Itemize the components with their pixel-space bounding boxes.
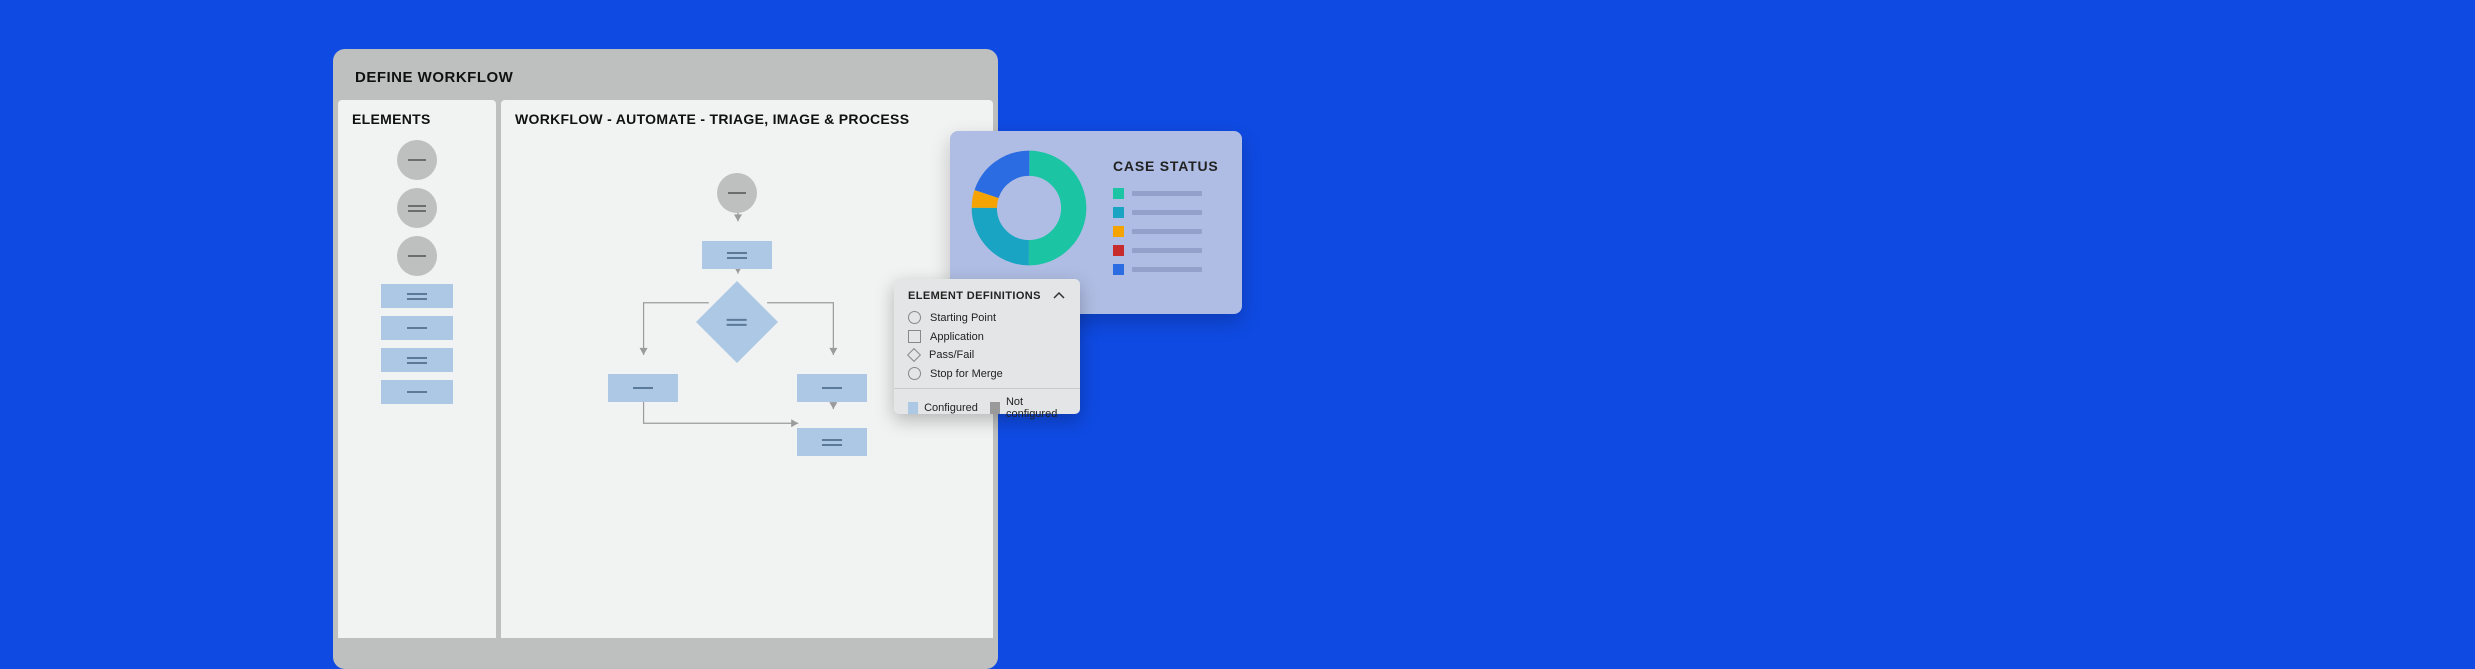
placeholder-line [822,387,842,389]
legend-label-placeholder [1132,229,1202,234]
node-application[interactable] [608,374,678,402]
elements-header: ELEMENTS [338,100,496,138]
case-status-title: CASE STATUS [1113,158,1219,174]
placeholder-line [822,439,842,446]
node-decision[interactable] [696,281,778,363]
legend-label-placeholder [1132,210,1202,215]
placeholder-line [407,293,427,300]
circle-icon [908,367,921,380]
swatch-icon [1113,226,1124,237]
diamond-icon [907,348,921,362]
node-application[interactable] [702,241,772,269]
element-rect[interactable] [381,316,453,340]
placeholder-line [408,205,426,212]
donut-chart [970,149,1088,267]
placeholder-line [407,327,427,329]
configured-label: Configured [924,402,978,414]
legend-item [1113,188,1202,199]
definition-item: Stop for Merge [908,367,1066,380]
not-configured-swatch-icon [990,402,1000,414]
element-circle[interactable] [397,236,437,276]
square-icon [908,330,921,343]
legend-label-placeholder [1132,248,1202,253]
definition-label: Application [930,331,984,343]
donut-svg [970,149,1088,267]
definition-item: Pass/Fail [908,349,1066,361]
swatch-icon [1113,264,1124,275]
elements-panel: ELEMENTS [338,100,496,638]
element-circle[interactable] [397,140,437,180]
legend-item [1113,207,1202,218]
definition-label: Starting Point [930,312,996,324]
element-circle[interactable] [397,188,437,228]
window-title: DEFINE WORKFLOW [333,49,998,100]
definition-item: Starting Point [908,311,1066,324]
node-application[interactable] [797,428,867,456]
definition-item: Application [908,330,1066,343]
element-definitions-card: ELEMENT DEFINITIONS Starting Point Appli… [894,279,1080,414]
element-rect[interactable] [381,380,453,404]
placeholder-line [728,192,746,194]
placeholder-line [407,357,427,364]
legend-label-placeholder [1132,267,1202,272]
placeholder-line [408,255,426,257]
swatch-icon [1113,207,1124,218]
definitions-footer: Configured Not configured [894,388,1080,427]
legend-item [1113,226,1202,237]
placeholder-line [727,252,747,259]
definition-label: Pass/Fail [929,349,974,361]
definitions-header[interactable]: ELEMENT DEFINITIONS [894,279,1080,311]
not-configured-label: Not configured [1006,396,1066,420]
placeholder-line [407,391,427,393]
placeholder-line [408,159,426,161]
element-rect[interactable] [381,348,453,372]
node-application[interactable] [797,374,867,402]
chevron-up-icon[interactable] [1052,289,1066,303]
element-rect[interactable] [381,284,453,308]
elements-list [338,138,496,404]
swatch-icon [1113,245,1124,256]
definition-label: Stop for Merge [930,368,1003,380]
definitions-title: ELEMENT DEFINITIONS [908,290,1041,302]
placeholder-line [633,387,653,389]
canvas-header: WORKFLOW - AUTOMATE - TRIAGE, IMAGE & PR… [501,100,993,138]
case-status-legend [1113,188,1202,275]
legend-item [1113,245,1202,256]
definitions-list: Starting Point Application Pass/Fail Sto… [894,311,1080,388]
configured-swatch-icon [908,402,918,414]
placeholder-line [727,319,747,326]
node-start[interactable] [717,173,757,213]
legend-label-placeholder [1132,191,1202,196]
swatch-icon [1113,188,1124,199]
legend-item [1113,264,1202,275]
circle-icon [908,311,921,324]
